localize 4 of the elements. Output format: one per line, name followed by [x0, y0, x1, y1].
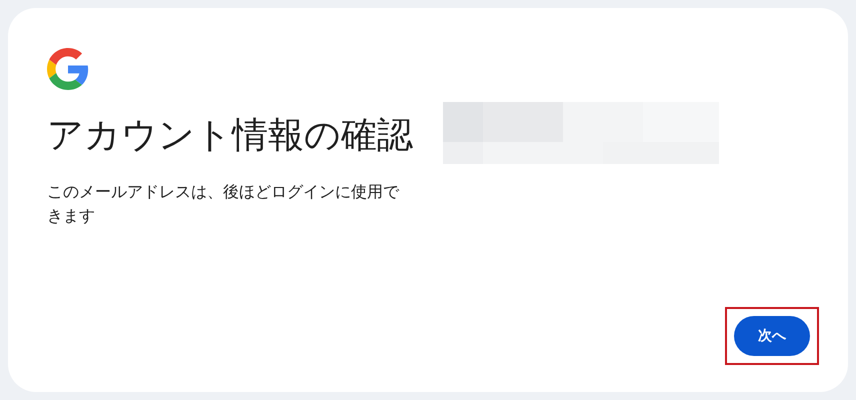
page-title: アカウント情報の確認 — [47, 114, 414, 158]
description-text: このメールアドレスは、後ほどログインに使用できます — [47, 181, 400, 227]
g-logo-icon — [47, 48, 89, 90]
next-button[interactable]: 次へ — [734, 316, 810, 356]
